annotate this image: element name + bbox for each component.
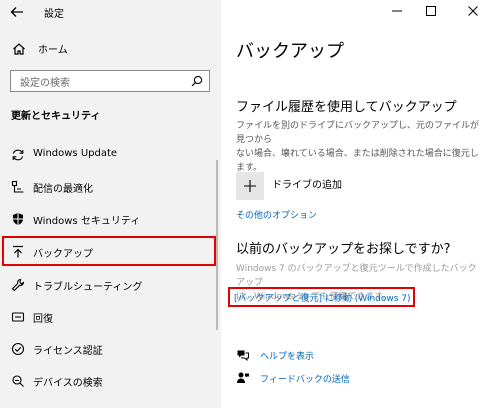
maximize-icon[interactable]	[424, 4, 438, 18]
shield-icon	[13, 213, 23, 225]
check-circle-icon	[11, 342, 25, 356]
back-arrow-icon[interactable]	[10, 5, 24, 19]
get-help-row[interactable]: ヘルプを表示	[236, 348, 314, 362]
delivery-optimization-icon	[11, 180, 24, 193]
section-title: 更新とセキュリティ	[11, 111, 101, 122]
feedback-link[interactable]: フィードバックの送信	[260, 372, 350, 385]
feedback-icon	[237, 372, 249, 383]
older-backup-heading: 以前のバックアップをお探しですか?	[236, 242, 451, 257]
close-icon[interactable]	[466, 4, 480, 18]
other-options-link[interactable]: その他のオプション	[236, 208, 317, 221]
sidebar-item-find-device[interactable]: デバイスの検索	[0, 366, 221, 396]
sidebar-item-label: トラブルシューティング	[33, 282, 143, 293]
highlight-annotation-goto-link	[228, 287, 415, 307]
help-chat-icon	[237, 350, 249, 362]
search-icon[interactable]	[191, 75, 203, 87]
sidebar-item-label: ライセンス認証	[33, 346, 103, 357]
search-input[interactable]: 設定の検索	[20, 74, 70, 89]
settings-search-box[interactable]: 設定の検索	[10, 70, 210, 92]
minimize-icon[interactable]	[390, 4, 404, 18]
home-label: ホーム	[38, 45, 68, 56]
sidebar-item-windows-update[interactable]: Windows Update	[0, 140, 221, 170]
page-title: バックアップ	[236, 41, 344, 62]
highlight-annotation-backup	[2, 236, 216, 266]
sidebar-item-delivery-optimization[interactable]: 配信の最適化	[0, 172, 221, 202]
feedback-row[interactable]: フィードバックの送信	[236, 371, 350, 385]
sidebar-item-label: Windows Update	[33, 148, 118, 159]
file-history-description: ファイルを別のドライブにバックアップし、元のファイルが見つから ない場合、壊れて…	[236, 119, 484, 175]
sidebar-item-label: 回復	[33, 314, 53, 325]
sidebar-item-label: デバイスの検索	[33, 378, 103, 389]
older-backup-desc-line-1: Windows 7 のバックアップと復元ツールで作成したバックアップ	[236, 264, 477, 288]
sidebar: 設定 ホーム 設定の検索 更新とセキュリティ Windows Update 配信…	[0, 0, 221, 408]
get-help-link[interactable]: ヘルプを表示	[260, 349, 314, 362]
window-title: 設定	[44, 9, 64, 20]
find-device-icon	[12, 375, 24, 387]
add-drive-label[interactable]: ドライブの追加	[272, 176, 342, 191]
add-drive-button[interactable]	[236, 172, 264, 200]
sidebar-item-windows-security[interactable]: Windows セキュリティ	[0, 204, 221, 234]
sidebar-item-label: 配信の最適化	[33, 184, 93, 195]
file-history-desc-line-2: ない場合、壊れている場合、または削除された場合に復元し	[236, 149, 479, 159]
recovery-icon	[11, 312, 25, 322]
sidebar-home[interactable]: ホーム	[12, 41, 68, 56]
sidebar-item-activation[interactable]: ライセンス認証	[0, 334, 221, 364]
home-icon	[13, 42, 25, 55]
sidebar-item-recovery[interactable]: 回復	[0, 302, 221, 332]
sidebar-item-label: Windows セキュリティ	[33, 216, 141, 227]
sync-icon	[12, 149, 24, 161]
file-history-desc-line-1: ファイルを別のドライブにバックアップし、元のファイルが見つから	[236, 121, 480, 145]
wrench-icon	[11, 278, 25, 292]
plus-icon	[244, 180, 256, 192]
file-history-desc-line-3: ます。	[236, 163, 263, 173]
file-history-heading: ファイル履歴を使用してバックアップ	[236, 100, 457, 115]
sidebar-scrollbar[interactable]	[216, 160, 218, 330]
sidebar-item-troubleshoot[interactable]: トラブルシューティング	[0, 270, 221, 300]
